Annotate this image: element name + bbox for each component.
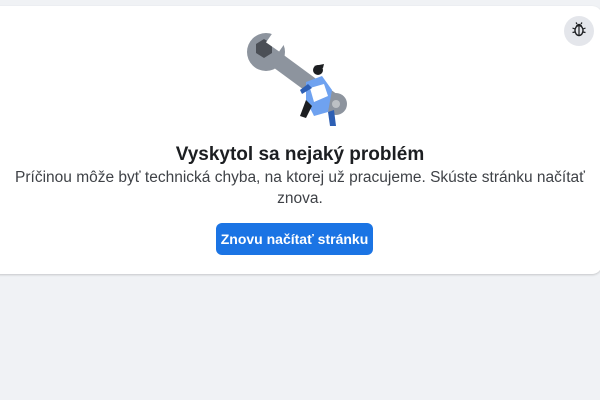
error-title: Vyskytol sa nejaký problém <box>175 144 425 165</box>
report-bug-button[interactable] <box>564 16 594 46</box>
error-illustration <box>244 30 354 130</box>
error-message: Príčinou môže byť technická chyba, na kt… <box>15 169 585 207</box>
bug-icon <box>570 20 588 43</box>
reload-page-button[interactable]: Znovu načítať stránku <box>216 223 373 255</box>
wrench-person-illustration <box>247 32 347 126</box>
